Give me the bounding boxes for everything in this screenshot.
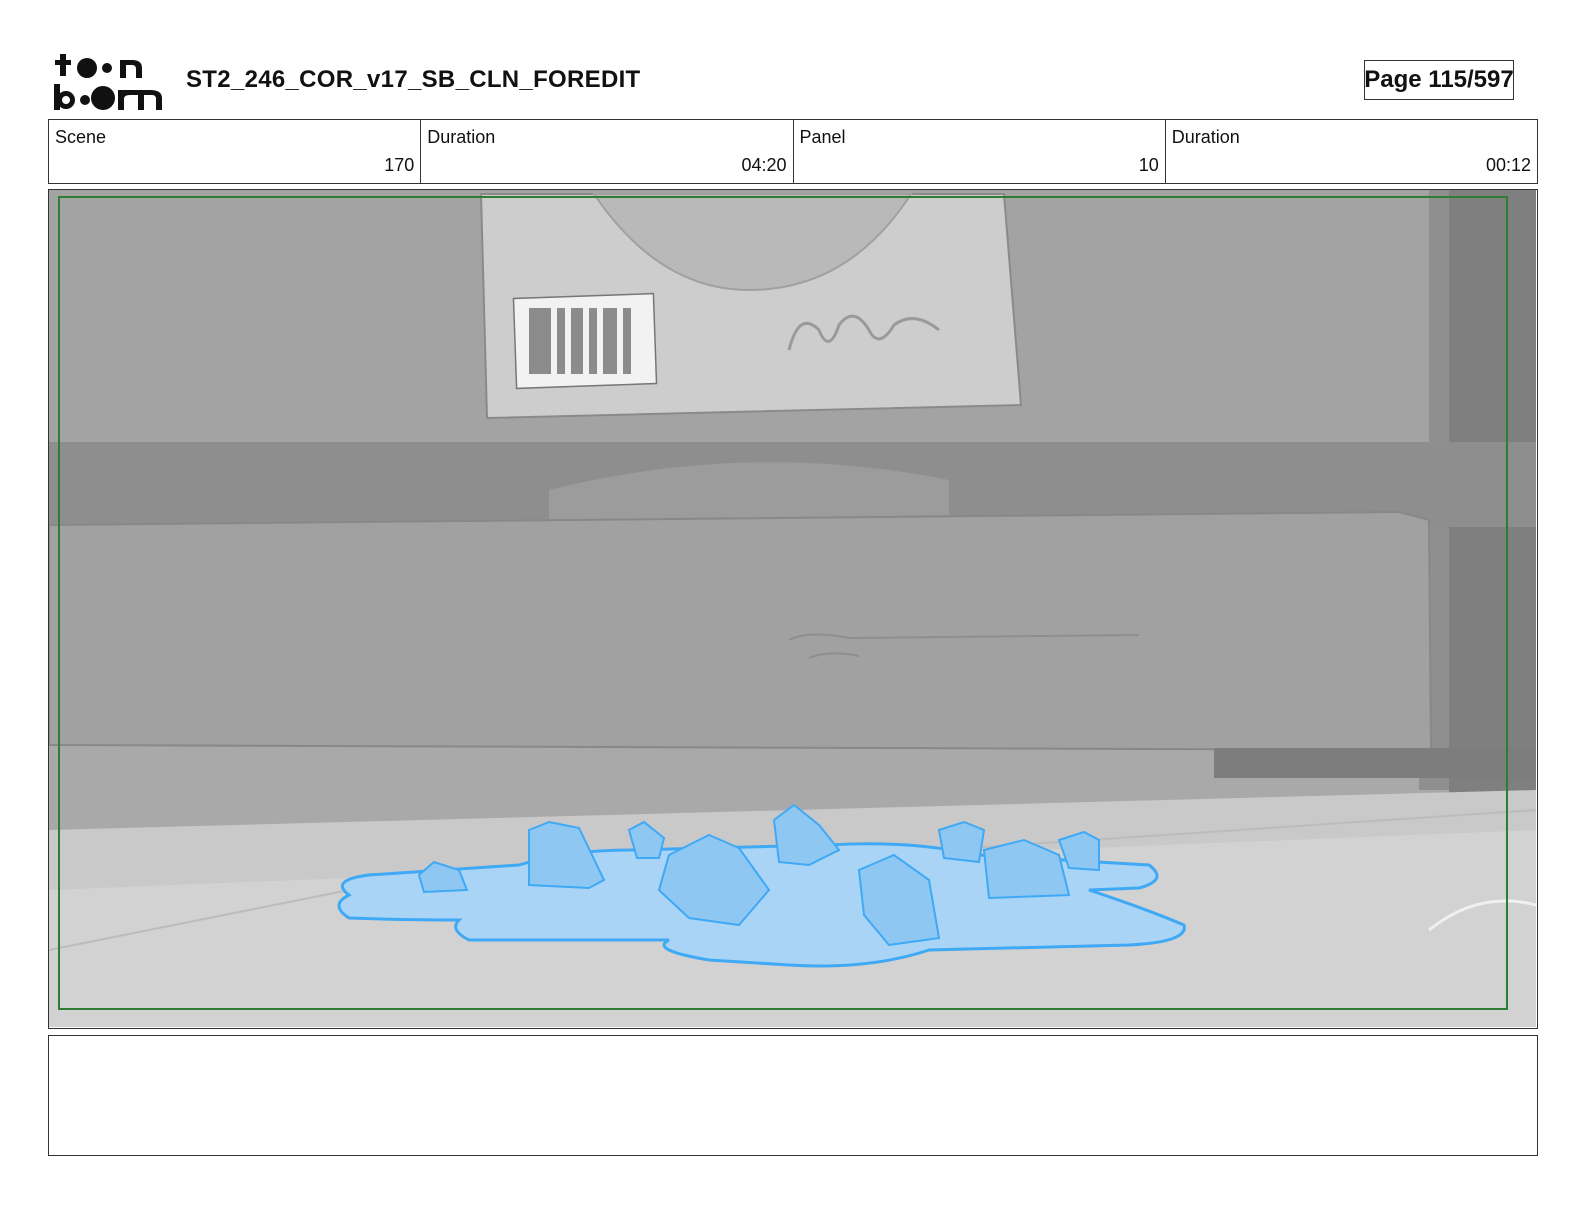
panel-duration-value: 00:12 [1485,155,1531,175]
scene-duration-cell: Duration 04:20 [421,120,794,183]
panel-value: 10 [1138,155,1159,175]
page-number: Page 115/597 [1364,60,1514,100]
shelf-plank [49,510,1433,752]
scene-value: 170 [384,155,415,175]
storyboard-panel [48,189,1538,1029]
panel-duration-label: Duration [1171,127,1240,147]
panel-cell: Panel 10 [794,120,1166,183]
document-title: ST2_246_COR_v17_SB_CLN_FOREDIT [186,66,641,93]
scene-info-row: Scene 170 Duration 04:20 Panel 10 Durati… [48,119,1538,184]
toon-boom-logo [54,54,162,110]
scene-duration-value: 04:20 [741,155,787,175]
scene-label: Scene [55,127,107,147]
panel-label: Panel [799,127,846,147]
panel-duration-cell: Duration 00:12 [1166,120,1537,183]
notes-box [48,1035,1538,1156]
scene-duration-label: Duration [427,127,496,147]
barcode-icon [529,308,631,374]
scene-cell: Scene 170 [49,120,422,183]
panel-drawing [49,190,1536,1027]
